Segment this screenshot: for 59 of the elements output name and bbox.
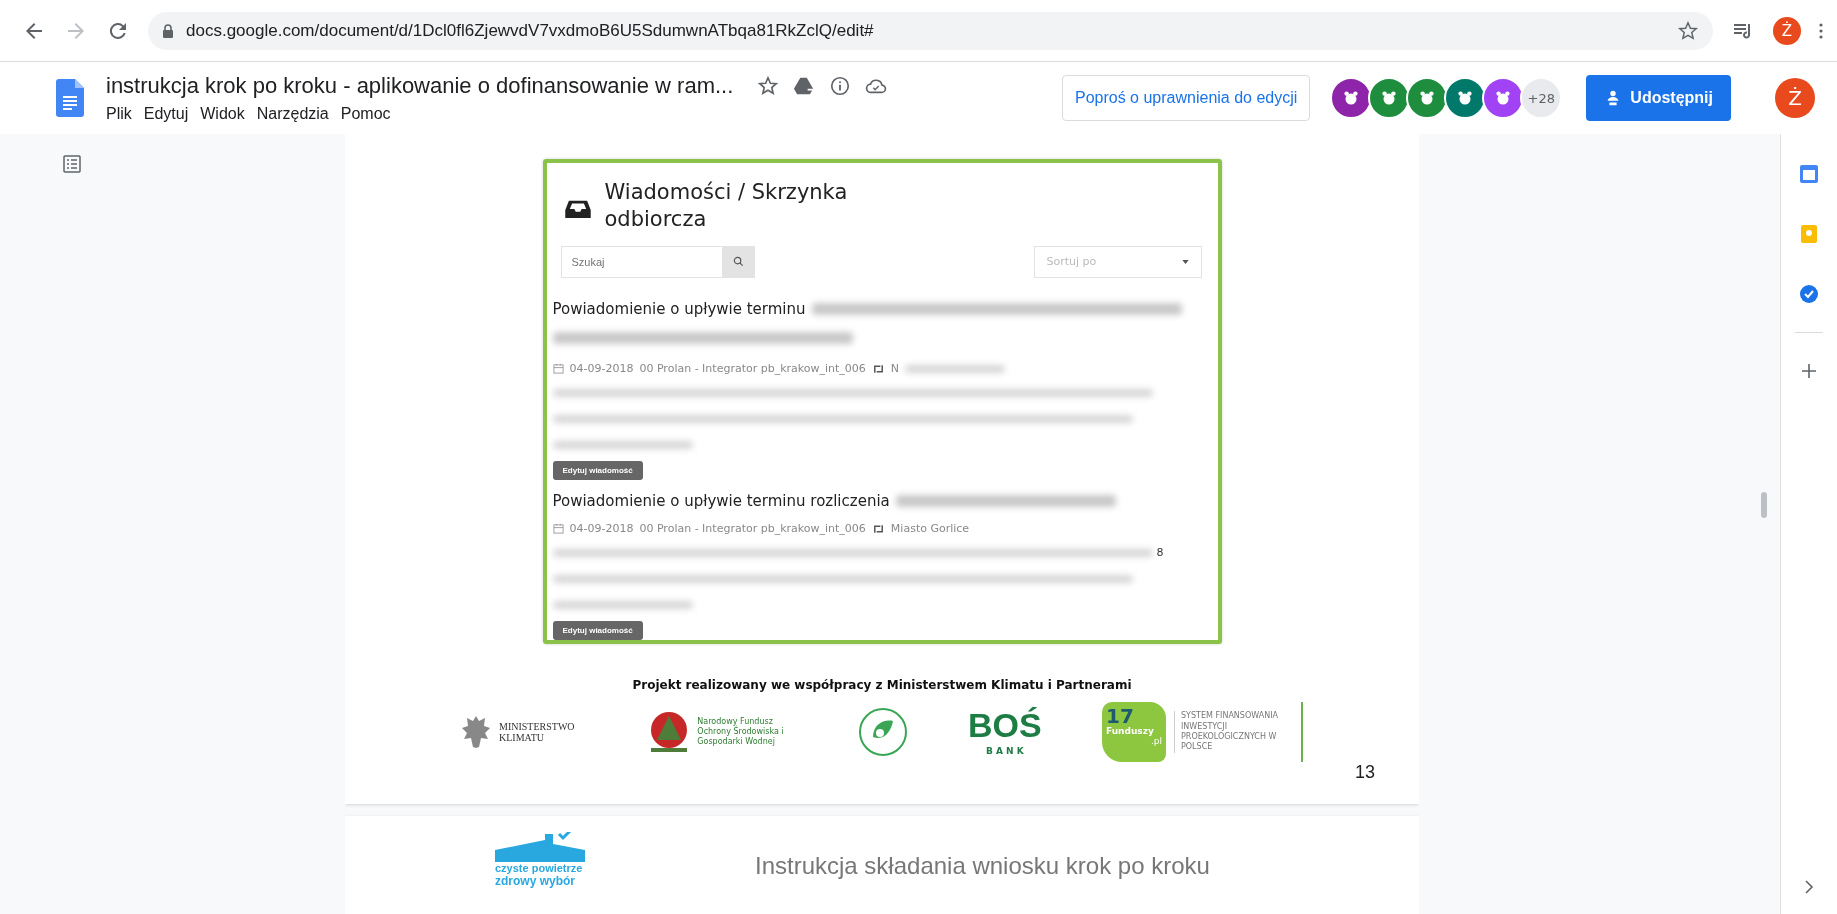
star-icon[interactable] xyxy=(757,75,780,97)
badge-label: Funduszy xyxy=(1106,726,1155,736)
retweet-icon xyxy=(871,363,885,374)
system-name: SYSTEM FINANSOWANIA INWESTYCJI PROEKOLOGICZNYCH W POLSCE xyxy=(1174,711,1301,753)
logo-text: czyste powietrze xyxy=(495,862,584,875)
search-icon xyxy=(733,256,744,268)
url-text: docs.google.com/document/d/1Dcl0fl6ZjewvdV7vxdmoB6U5SdumwnATbqa81RkZclQ/edit# xyxy=(186,20,874,41)
share-button[interactable]: Udostępnij xyxy=(1586,75,1731,121)
menu-icon[interactable] xyxy=(1819,22,1823,39)
caret-icon xyxy=(1181,259,1189,264)
page-number: 13 xyxy=(1354,762,1375,783)
message-recipient: N xyxy=(890,362,900,376)
edit-message-button[interactable]: Edytuj wiadomość xyxy=(552,620,643,640)
badge-number: 17 xyxy=(1106,706,1134,726)
house-roof-icon xyxy=(495,832,585,862)
menu-item[interactable]: Narzędzia xyxy=(256,105,329,123)
menu-item[interactable]: Edytuj xyxy=(143,105,189,123)
message-date: 04-09-2018 xyxy=(569,362,634,376)
page-header-text: Instrukcja składania wniosku krok po kroku xyxy=(755,852,1210,880)
checkmark-circle-icon[interactable] xyxy=(1799,284,1819,304)
search-button[interactable] xyxy=(722,245,755,278)
fund-name: Narodowy Fundusz Ochrony Środowiska i Gospodarki Wodnej xyxy=(697,717,785,747)
scrollbar-thumb[interactable] xyxy=(1761,492,1767,518)
account-avatar[interactable]: Ż xyxy=(1775,78,1815,118)
message-subject[interactable]: Powiadomienie o upływie terminu rozliczenia xyxy=(552,491,890,510)
menu-item[interactable]: Widok xyxy=(200,105,245,123)
star-icon[interactable] xyxy=(1677,19,1699,42)
outline-icon[interactable] xyxy=(62,154,82,174)
search-field[interactable]: Szukaj xyxy=(560,245,723,278)
bank-subtitle: B A N K xyxy=(985,746,1024,756)
document-title[interactable]: instrukcja krok po kroku - aplikowanie o dofinansowanie w ram... xyxy=(106,73,734,99)
inbox-title: Wiadomości / Skrzynka odbiorcza xyxy=(604,179,849,234)
profile-avatar[interactable]: Ż xyxy=(1773,16,1801,45)
docs-logo-icon[interactable] xyxy=(56,79,84,117)
tree-logo-icon xyxy=(649,710,690,754)
logo-text: zdrowy wybór xyxy=(495,874,575,889)
more-collaborators-count[interactable]: +28 xyxy=(1520,77,1563,119)
menu-item[interactable]: Plik xyxy=(106,105,132,123)
menu-item[interactable]: Pomoc xyxy=(340,105,391,123)
info-icon[interactable] xyxy=(829,75,852,97)
message-recipient: Miasto Gorlice xyxy=(890,522,970,536)
request-edit-button[interactable]: Poproś o uprawnienia do edycji xyxy=(1061,75,1311,121)
lock-icon xyxy=(162,23,174,38)
retweet-icon xyxy=(871,523,885,534)
message-date: 04-09-2018 xyxy=(569,522,634,536)
trailing-digit: 8 xyxy=(1156,546,1164,560)
address-bar[interactable]: docs.google.com/document/d/1Dcl0fl6ZjewvdV7vxdmoB6U5SdumwnATbqa81RkZclQ/edit# xyxy=(148,11,1713,50)
partners-caption: Projekt realizowany we współpracy z Ministerstwem Klimatu i Partnerami xyxy=(632,678,1132,692)
inbox-tray-icon xyxy=(564,199,591,219)
message-sender: 00 Prolan - Integrator pb_krakow_int_006 xyxy=(639,362,866,376)
ministry-name: MINISTERSTWO KLIMATU xyxy=(499,721,576,743)
chevron-right-icon[interactable] xyxy=(1804,880,1814,894)
bank-logo-text: BOŚ xyxy=(968,708,1042,742)
add-icon[interactable] xyxy=(1799,361,1819,381)
message-subject[interactable]: Powiadomienie o upływie terminu xyxy=(552,299,806,318)
message-sender: 00 Prolan - Integrator pb_krakow_int_006 xyxy=(639,522,866,536)
edit-message-button[interactable]: Edytuj wiadomość xyxy=(552,460,643,480)
badge-domain: .pl xyxy=(1150,736,1162,746)
leaf-seal-icon xyxy=(857,707,908,757)
